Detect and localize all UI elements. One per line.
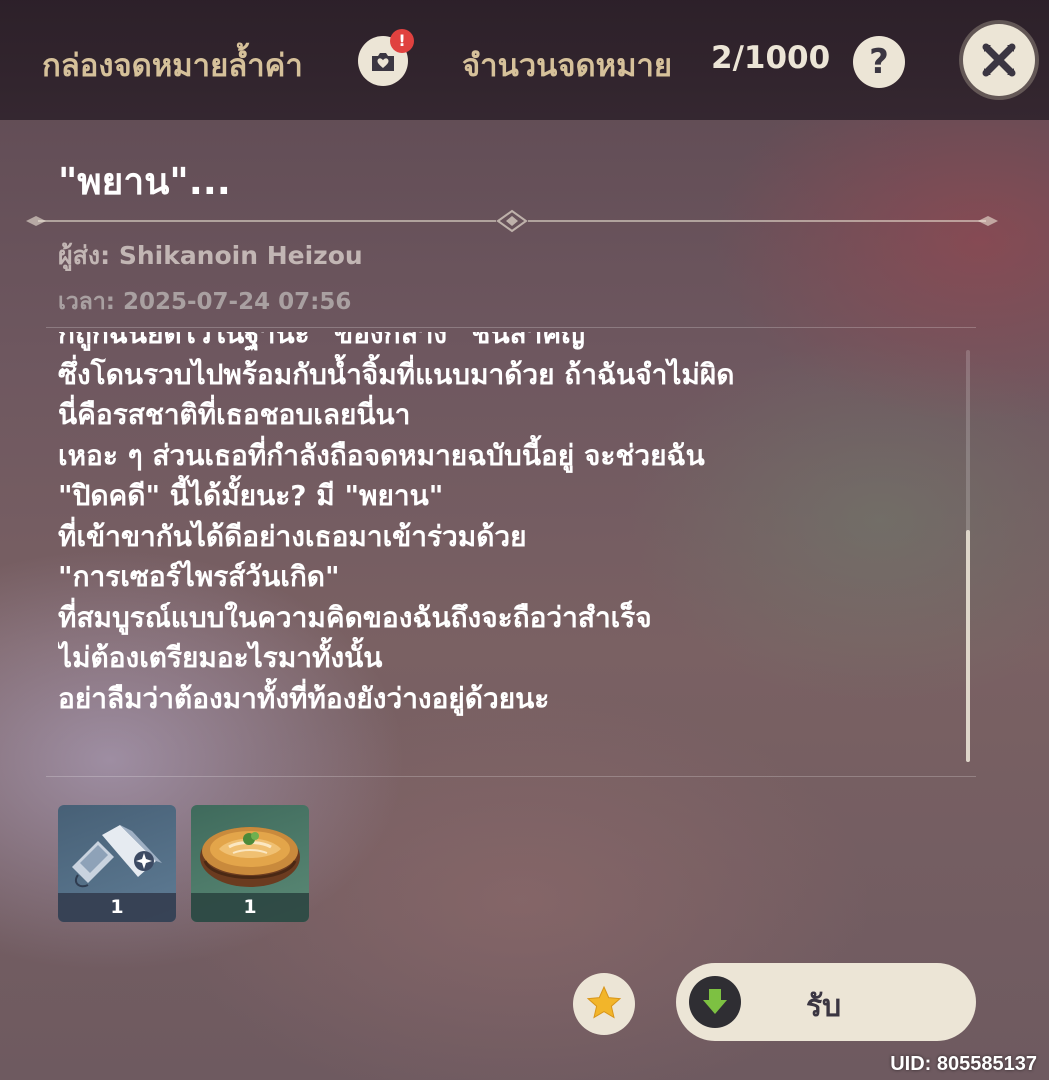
attachment-count: 1 [191,893,309,922]
mail-count-value: 2/1000 [711,40,831,76]
body-line: "การเซอร์ไพรส์วันเกิด" [58,560,340,593]
mail-timestamp: เวลา: 2025-07-24 07:56 [58,289,352,315]
body-bottom-divider [46,776,976,777]
help-button[interactable]: ? [853,36,905,88]
body-line: ซึ่งโดนรวบไปพร้อมกับน้ำจิ้มที่แนบมาด้วย … [58,357,735,391]
star-icon [586,985,622,1019]
body-line: เหอะ ๆ ส่วนเธอที่กำลังถือจดหมายฉบับนี้อย… [58,438,705,472]
mail-sender: ผู้ส่ง: Shikanoin Heizou [58,241,363,270]
favorite-button[interactable] [573,973,635,1035]
close-button[interactable] [963,24,1035,96]
uid-label: UID: 805585137 [890,1053,1037,1075]
body-line: ที่สมบูรณ์แบบในความคิดของฉันถึงจะถือว่าส… [58,600,652,634]
mail-body[interactable]: ก็ถูกฉันยึดไว้ในฐานะ "ของกลาง" ชิ้นสำคัญ… [58,332,958,768]
new-mail-badge: ! [390,29,414,53]
mail-archive-icon [372,53,394,71]
fried-fish-bowl-icon [200,827,300,887]
mail-body-text: ก็ถูกฉันยึดไว้ในฐานะ "ของกลาง" ชิ้นสำคัญ… [58,332,734,719]
body-line: ไม่ต้องเตรียมอะไรมาทั้งนั้น [58,641,383,674]
body-top-divider [46,327,976,328]
ornament-divider [26,209,998,233]
mailbox-title: กล่องจดหมายล้ำค่า [42,48,303,84]
body-line: ที่เข้าขากันได้ดีอย่างเธอมาเข้าร่วมด้วย [58,519,527,553]
download-arrow-icon [703,989,727,1014]
attachment-item[interactable]: 1 [191,805,309,922]
attachment-item[interactable]: 1 [58,805,176,922]
mail-count-label: จำนวนจดหมาย [462,48,673,84]
body-line: "ปิดคดี" นี้ได้มั้ยนะ? มี "พยาน" [58,479,444,512]
body-line: อย่าลืมว่าต้องมาทั้งที่ท้องยังว่างอยู่ด้… [58,681,550,715]
claim-label: รับ [806,989,842,1024]
claim-icon-circle [689,976,741,1028]
birthday-dish-icon [72,825,162,888]
close-icon [982,43,1016,77]
claim-button[interactable]: รับ [676,963,976,1041]
body-line: นี่คือรสชาติที่เธอชอบเลยนี่นา [58,398,411,431]
mailbox-header: กล่องจดหมายล้ำค่า ! จำนวนจดหมาย 2/1000 ? [0,0,1049,120]
scrollbar-thumb[interactable] [966,530,970,762]
attachment-count: 1 [58,893,176,922]
mail-subject: "พยาน"... [58,160,231,203]
body-line: ก็ถูกฉันยึดไว้ในฐานะ "ของกลาง" ชิ้นสำคัญ [58,332,585,350]
